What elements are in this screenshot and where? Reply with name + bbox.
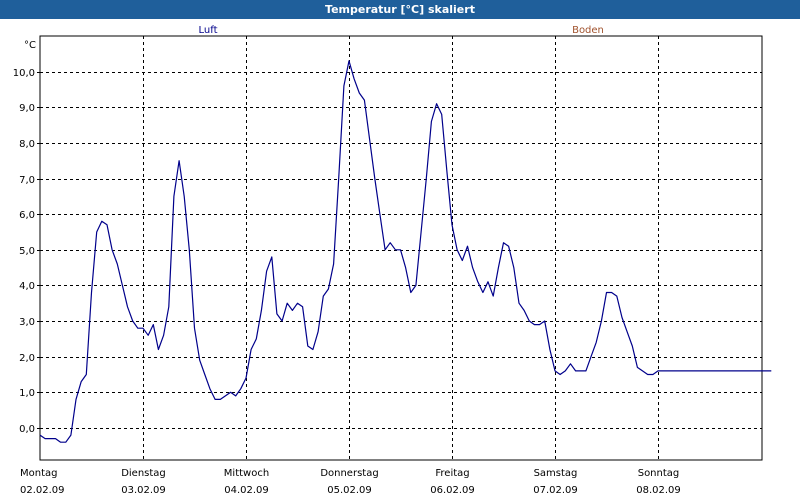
y-axis-label: °C xyxy=(24,40,36,51)
y-tick-label: 9,0 xyxy=(19,103,35,114)
x-tick-label-date: 02.02.09 xyxy=(20,485,65,496)
y-tick-label: 6,0 xyxy=(19,210,35,221)
x-tick-label-day: Montag xyxy=(20,468,57,479)
x-tick-label-day: Dienstag xyxy=(121,468,166,479)
x-tick-label-date: 04.02.09 xyxy=(224,485,269,496)
y-tick-label: 0,0 xyxy=(19,424,35,435)
chart-window: Temperatur [°C] skaliert 0,0 1,0 2,0 3,0 4,0… xyxy=(0,0,800,500)
x-tick-label-day: Freitag xyxy=(435,468,469,479)
y-tick-label: 7,0 xyxy=(19,175,35,186)
x-tick-label-day: Mittwoch xyxy=(224,468,269,479)
x-tick-label-date: 06.02.09 xyxy=(430,485,475,496)
y-tick-label: 3,0 xyxy=(19,317,35,328)
x-tick-label-date: 08.02.09 xyxy=(636,485,681,496)
y-tick-label: 5,0 xyxy=(19,246,35,257)
x-tick-label-day: Sonntag xyxy=(638,468,680,479)
y-tick-label: 2,0 xyxy=(19,353,35,364)
x-tick-label-date: 05.02.09 xyxy=(327,485,372,496)
x-tick-label-day: Donnerstag xyxy=(320,468,378,479)
plot-area xyxy=(39,35,763,461)
x-tick-label-date: 03.02.09 xyxy=(121,485,166,496)
legend-boden: Boden xyxy=(572,25,604,36)
y-tick-label: 10,0 xyxy=(13,68,35,79)
y-tick-label: 4,0 xyxy=(19,281,35,292)
x-tick-label-day: Samstag xyxy=(534,468,578,479)
legend-luft: Luft xyxy=(199,25,218,36)
y-tick-label: 1,0 xyxy=(19,388,35,399)
x-tick-label-date: 07.02.09 xyxy=(533,485,578,496)
temperature-chart: 0,0 1,0 2,0 3,0 4,0 5,0 6,0 7,0 8,0 9,0 10,0 °C Mont… xyxy=(13,25,772,496)
y-tick-label: 8,0 xyxy=(19,139,35,150)
